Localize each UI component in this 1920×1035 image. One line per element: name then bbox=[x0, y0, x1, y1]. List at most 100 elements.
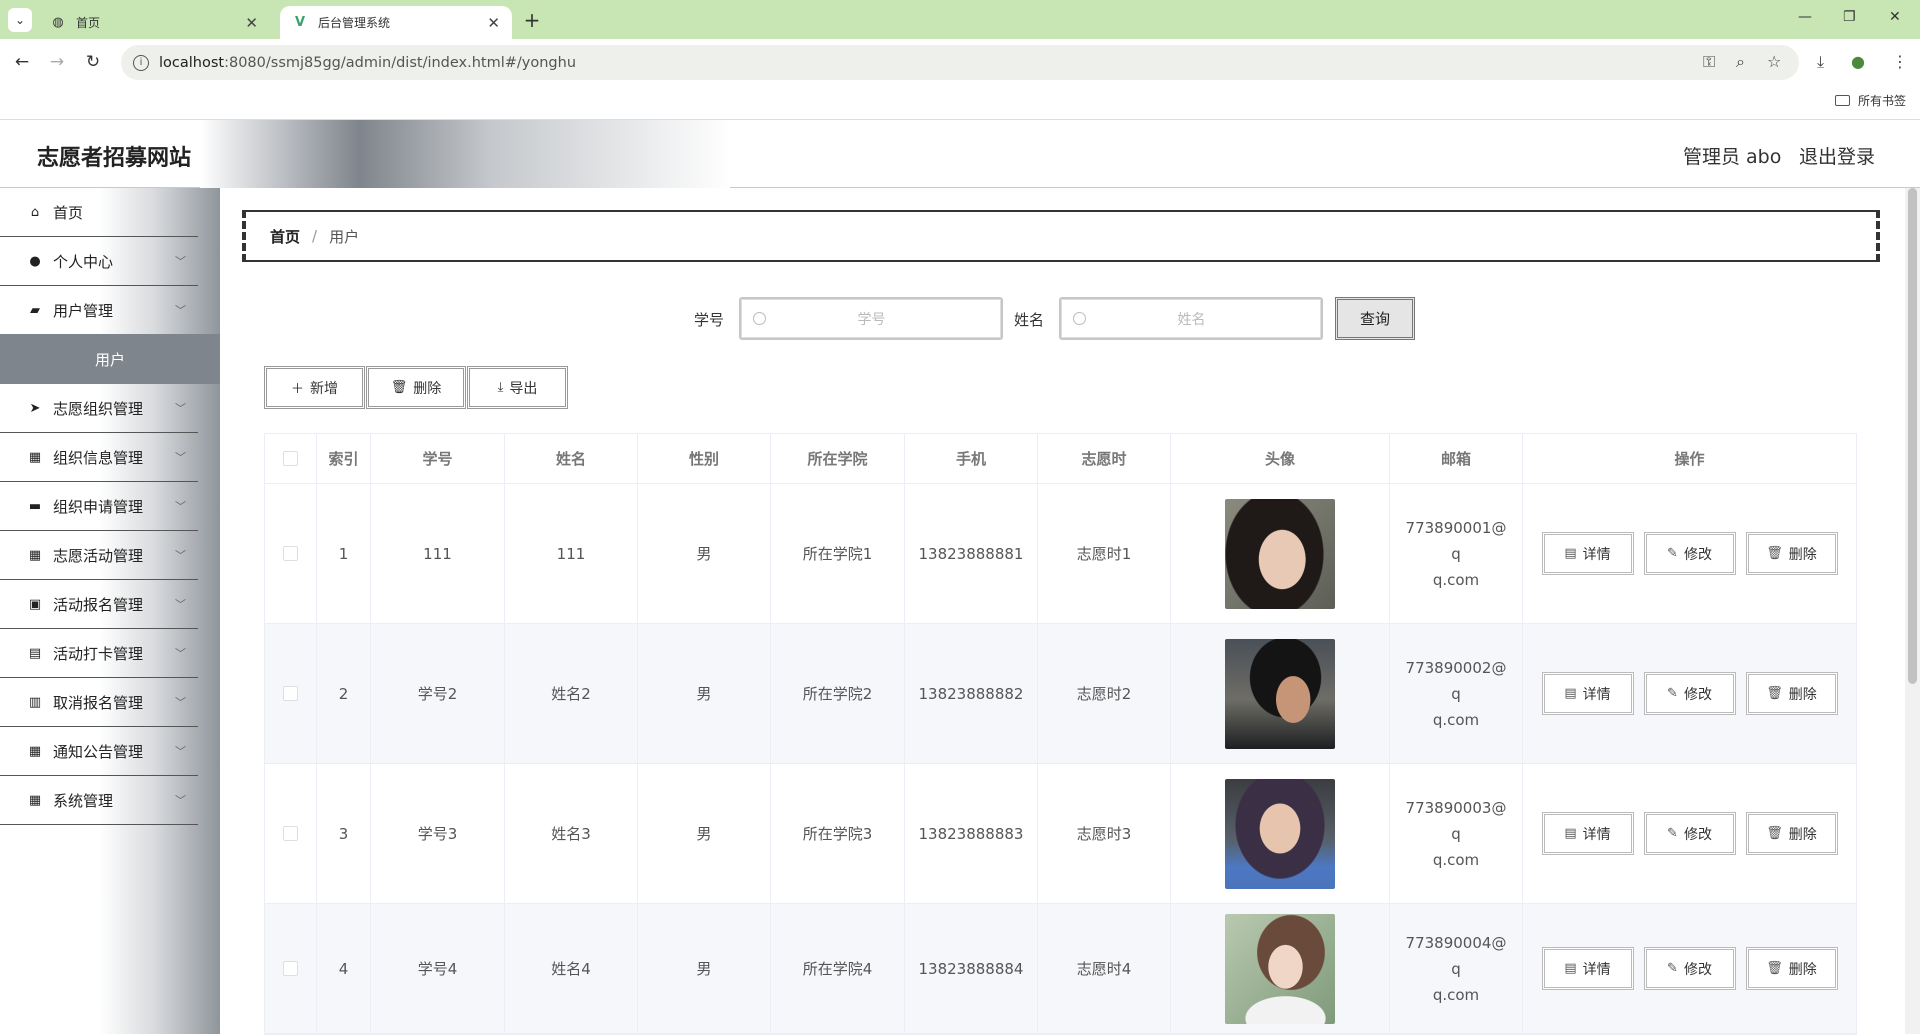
detail-button[interactable]: ▤ 详情 bbox=[1541, 812, 1634, 855]
col-header-gender: 性别 bbox=[638, 434, 771, 483]
close-tab-icon[interactable]: ✕ bbox=[487, 14, 500, 32]
delete-button[interactable]: 🗑 删除 bbox=[1745, 947, 1838, 990]
sidebar-item-activity[interactable]: ▦ 志愿活动管理 ﹀ bbox=[0, 531, 198, 580]
profile-avatar-icon[interactable]: ● bbox=[1851, 52, 1865, 71]
detail-button[interactable]: ▤ 详情 bbox=[1541, 532, 1634, 575]
row-checkbox[interactable] bbox=[283, 546, 298, 561]
edit-label: 修改 bbox=[1683, 546, 1712, 563]
export-button-label: 导出 bbox=[509, 380, 538, 397]
reload-icon[interactable]: ↻ bbox=[81, 52, 105, 72]
site-info-icon[interactable]: i bbox=[133, 54, 149, 71]
cell-index: 1 bbox=[317, 484, 371, 623]
email-line: 773890001@q bbox=[1405, 518, 1507, 563]
ticket-icon: ▣ bbox=[28, 596, 42, 612]
minimize-icon[interactable]: — bbox=[1798, 9, 1812, 25]
select-all-checkbox[interactable] bbox=[283, 451, 298, 466]
breadcrumb-home[interactable]: 首页 bbox=[270, 226, 300, 247]
pencil-icon: ✎ bbox=[1667, 826, 1678, 841]
row-checkbox[interactable] bbox=[283, 961, 298, 976]
breadcrumb-separator: / bbox=[312, 227, 318, 245]
browser-tab-admin[interactable]: V 后台管理系统 ✕ bbox=[280, 6, 512, 39]
email-line: 773890002@q bbox=[1405, 658, 1507, 703]
cell-email: 773890003@q q.com bbox=[1390, 764, 1523, 903]
batch-delete-button[interactable]: 🗑 删除 bbox=[366, 366, 466, 409]
detail-button[interactable]: ▤ 详情 bbox=[1541, 947, 1634, 990]
bookmarks-bar bbox=[0, 84, 1920, 120]
detail-button[interactable]: ▤ 详情 bbox=[1541, 672, 1634, 715]
avatar[interactable] bbox=[1225, 778, 1335, 889]
sidebar-item-volunteer-org[interactable]: ➤ 志愿组织管理 ﹀ bbox=[0, 384, 198, 433]
detail-label: 详情 bbox=[1582, 686, 1611, 703]
forward-icon[interactable]: → bbox=[45, 52, 69, 72]
search-xuehao-placeholder: 学号 bbox=[857, 311, 886, 328]
bookmark-star-icon[interactable]: ☆ bbox=[1767, 52, 1781, 71]
delete-button[interactable]: 🗑 删除 bbox=[1745, 532, 1838, 575]
sidebar-item-checkin[interactable]: ▤ 活动打卡管理 ﹀ bbox=[0, 629, 198, 678]
edit-button[interactable]: ✎ 修改 bbox=[1643, 672, 1736, 715]
add-button[interactable]: ＋ 新增 bbox=[264, 366, 365, 409]
new-tab-icon[interactable]: + bbox=[520, 8, 544, 32]
send-icon: ➤ bbox=[29, 400, 41, 416]
download-icon[interactable]: ⤓ bbox=[1817, 52, 1824, 72]
restore-icon[interactable]: ❐ bbox=[1843, 9, 1856, 25]
row-checkbox[interactable] bbox=[283, 686, 298, 701]
sidebar-item-org-info[interactable]: ▦ 组织信息管理 ﹀ bbox=[0, 433, 198, 482]
avatar-cell bbox=[1171, 484, 1390, 623]
clipboard-icon: ▥ bbox=[28, 694, 42, 710]
grid-icon: ▦ bbox=[28, 547, 42, 563]
col-header-avatar: 头像 bbox=[1171, 434, 1390, 483]
detail-label: 详情 bbox=[1582, 546, 1611, 563]
email-line: q.com bbox=[1432, 710, 1480, 729]
sidebar-item-user-management[interactable]: ▰ 用户管理 ﹀ bbox=[0, 286, 198, 335]
trash-icon: 🗑 bbox=[1766, 546, 1783, 561]
export-button[interactable]: ⤓ 导出 bbox=[467, 366, 568, 409]
sidebar-item-personal-center[interactable]: ● 个人中心 ﹀ bbox=[0, 237, 198, 286]
folder-icon bbox=[1834, 95, 1850, 106]
sidebar-item-home[interactable]: ⌂ 首页 bbox=[0, 188, 198, 237]
avatar[interactable] bbox=[1225, 498, 1335, 609]
edit-button[interactable]: ✎ 修改 bbox=[1643, 947, 1736, 990]
password-key-icon[interactable]: ⚿ bbox=[1703, 52, 1715, 72]
sidebar-item-system[interactable]: ▦ 系统管理 ﹀ bbox=[0, 776, 198, 825]
home-icon: ⌂ bbox=[30, 204, 40, 220]
sidebar-item-org-apply[interactable]: ▬ 组织申请管理 ﹀ bbox=[0, 482, 198, 531]
page-scrollbar[interactable] bbox=[1905, 188, 1920, 1034]
edit-button[interactable]: ✎ 修改 bbox=[1643, 812, 1736, 855]
briefcase-icon: ▰ bbox=[30, 302, 40, 318]
sidebar-item-label: 取消报名管理 bbox=[53, 693, 144, 712]
back-icon[interactable]: ← bbox=[10, 52, 34, 72]
pencil-icon: ✎ bbox=[1667, 546, 1678, 561]
sidebar-subitem-users[interactable]: 用户 bbox=[0, 334, 220, 384]
delete-button[interactable]: 🗑 删除 bbox=[1745, 672, 1838, 715]
search-icon bbox=[1073, 312, 1086, 325]
zoom-icon[interactable]: ⌕ bbox=[1736, 52, 1745, 72]
more-menu-icon[interactable]: ⋮ bbox=[1892, 52, 1908, 71]
address-bar[interactable]: i localhost:8080/ssmj85gg/admin/dist/ind… bbox=[121, 45, 1799, 80]
close-tab-icon[interactable]: ✕ bbox=[245, 14, 258, 32]
tab-search-chevron-icon[interactable]: ⌄ bbox=[8, 8, 32, 32]
chevron-down-icon: ﹀ bbox=[175, 451, 186, 464]
sidebar-item-signup[interactable]: ▣ 活动报名管理 ﹀ bbox=[0, 580, 198, 629]
globe-icon: ◍ bbox=[52, 15, 64, 30]
detail-label: 详情 bbox=[1582, 961, 1611, 978]
search-name-input[interactable]: 姓名 bbox=[1059, 297, 1323, 340]
avatar-cell bbox=[1171, 624, 1390, 763]
delete-button[interactable]: 🗑 删除 bbox=[1745, 812, 1838, 855]
all-bookmarks-folder[interactable]: 所有书签 bbox=[1834, 92, 1906, 109]
query-button[interactable]: 查询 bbox=[1335, 297, 1415, 340]
avatar[interactable] bbox=[1225, 638, 1335, 749]
cell-hours: 志愿时4 bbox=[1038, 904, 1171, 1033]
sidebar-item-notice[interactable]: ▦ 通知公告管理 ﹀ bbox=[0, 727, 198, 776]
search-xuehao-input[interactable]: 学号 bbox=[739, 297, 1003, 340]
logout-link[interactable]: 退出登录 bbox=[1799, 142, 1875, 169]
close-window-icon[interactable]: ✕ bbox=[1889, 9, 1901, 25]
scrollbar-thumb[interactable] bbox=[1908, 188, 1917, 684]
browser-tab-home[interactable]: ◍ 首页 ✕ bbox=[38, 6, 270, 39]
sidebar-item-cancel-signup[interactable]: ▥ 取消报名管理 ﹀ bbox=[0, 678, 198, 727]
avatar[interactable] bbox=[1225, 913, 1335, 1024]
admin-user-label[interactable]: 管理员 abo bbox=[1683, 142, 1781, 169]
cell-name: 姓名4 bbox=[505, 904, 638, 1033]
row-checkbox[interactable] bbox=[283, 826, 298, 841]
edit-button[interactable]: ✎ 修改 bbox=[1643, 532, 1736, 575]
sidebar-item-label: 用户管理 bbox=[53, 301, 114, 320]
